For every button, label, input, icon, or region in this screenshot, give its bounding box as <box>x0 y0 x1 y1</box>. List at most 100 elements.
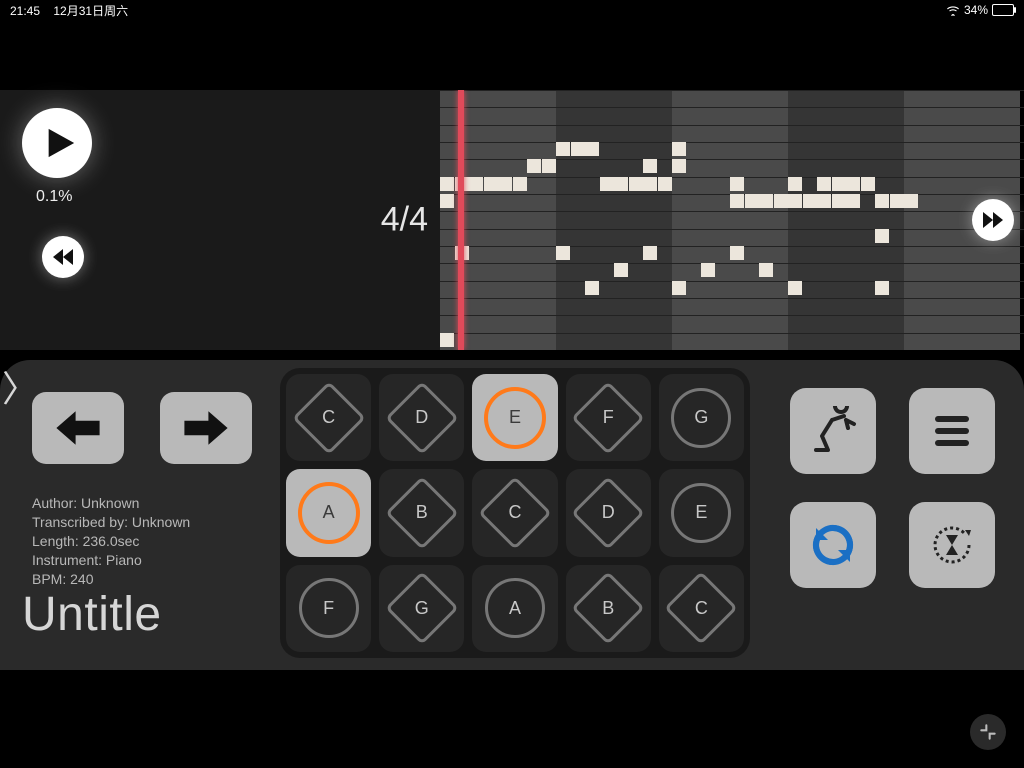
note[interactable] <box>498 177 512 191</box>
note[interactable] <box>875 281 889 295</box>
progress-percent: 0.1% <box>36 188 72 206</box>
note[interactable] <box>672 159 686 173</box>
fast-forward-icon <box>981 208 1005 232</box>
timer-button[interactable] <box>909 502 995 588</box>
note-key-label: D <box>415 407 428 428</box>
note[interactable] <box>614 263 628 277</box>
note[interactable] <box>788 281 802 295</box>
note-key-label: A <box>323 502 335 523</box>
note[interactable] <box>861 177 875 191</box>
note[interactable] <box>440 194 454 208</box>
note[interactable] <box>730 194 744 208</box>
note[interactable] <box>759 194 773 208</box>
note[interactable] <box>803 194 817 208</box>
note[interactable] <box>672 281 686 295</box>
rewind-icon <box>51 245 75 269</box>
note[interactable] <box>875 229 889 243</box>
note[interactable] <box>904 194 918 208</box>
key-grid: CDEFGABCDEFGABC <box>280 368 750 658</box>
note[interactable] <box>730 177 744 191</box>
arrow-right-icon <box>182 408 230 448</box>
note-key-label: D <box>602 502 615 523</box>
note[interactable] <box>643 246 657 260</box>
note-key-g[interactable]: G <box>659 374 744 461</box>
note[interactable] <box>672 142 686 156</box>
note[interactable] <box>658 177 672 191</box>
note[interactable] <box>643 177 657 191</box>
play-button[interactable] <box>22 108 92 178</box>
note-key-a[interactable]: A <box>472 565 557 652</box>
status-right: 34% <box>946 3 1014 17</box>
note-key-label: B <box>602 598 614 619</box>
note-key-f[interactable]: F <box>566 374 651 461</box>
note-key-e[interactable]: E <box>659 469 744 556</box>
note[interactable] <box>571 142 585 156</box>
note[interactable] <box>759 263 773 277</box>
note[interactable] <box>556 142 570 156</box>
note-grid[interactable] <box>440 90 1024 350</box>
note[interactable] <box>542 159 556 173</box>
note[interactable] <box>629 177 643 191</box>
player-panel: 0.1% 4/4 <box>0 90 440 350</box>
note[interactable] <box>513 177 527 191</box>
note-key-d[interactable]: D <box>566 469 651 556</box>
note[interactable] <box>469 177 483 191</box>
note-key-e[interactable]: E <box>472 374 557 461</box>
note[interactable] <box>484 177 498 191</box>
note-key-c[interactable]: C <box>659 565 744 652</box>
fast-forward-button[interactable] <box>972 199 1014 241</box>
note[interactable] <box>614 177 628 191</box>
note[interactable] <box>875 194 889 208</box>
note[interactable] <box>600 177 614 191</box>
note[interactable] <box>774 194 788 208</box>
note[interactable] <box>745 194 759 208</box>
note[interactable] <box>730 246 744 260</box>
note[interactable] <box>701 263 715 277</box>
loop-button[interactable] <box>790 502 876 588</box>
note-key-c[interactable]: C <box>286 374 371 461</box>
note[interactable] <box>832 177 846 191</box>
note[interactable] <box>556 246 570 260</box>
status-bar: 21:45 12月31日周六 34% <box>0 0 1024 20</box>
note-key-b[interactable]: B <box>566 565 651 652</box>
next-song-button[interactable] <box>160 392 252 464</box>
rewind-button[interactable] <box>42 236 84 278</box>
note[interactable] <box>440 333 454 347</box>
minimize-icon <box>978 722 998 742</box>
note-key-d[interactable]: D <box>379 374 464 461</box>
autoplay-robot-button[interactable] <box>790 388 876 474</box>
note-key-label: E <box>509 407 521 428</box>
minimize-button[interactable] <box>970 714 1006 750</box>
note[interactable] <box>585 142 599 156</box>
hourglass-timer-icon <box>927 520 977 570</box>
note[interactable] <box>817 194 831 208</box>
note[interactable] <box>832 194 846 208</box>
note-key-g[interactable]: G <box>379 565 464 652</box>
note-key-label: C <box>322 407 335 428</box>
note-key-b[interactable]: B <box>379 469 464 556</box>
meta-instrument: Instrument: Piano <box>32 551 190 570</box>
battery-percent: 34% <box>964 3 988 17</box>
prev-song-button[interactable] <box>32 392 124 464</box>
menu-button[interactable] <box>909 388 995 474</box>
note[interactable] <box>440 177 454 191</box>
note[interactable] <box>788 177 802 191</box>
note-key-f[interactable]: F <box>286 565 371 652</box>
meta-author: Author: Unknown <box>32 494 190 513</box>
status-left: 21:45 12月31日周六 <box>10 2 128 19</box>
note-key-a[interactable]: A <box>286 469 371 556</box>
playhead[interactable] <box>458 90 464 350</box>
meta-transcribed: Transcribed by: Unknown <box>32 513 190 532</box>
note[interactable] <box>643 159 657 173</box>
note-key-c[interactable]: C <box>472 469 557 556</box>
note-key-label: A <box>509 598 521 619</box>
wifi-icon <box>946 5 960 15</box>
note[interactable] <box>585 281 599 295</box>
note[interactable] <box>846 177 860 191</box>
song-title: Untitle <box>22 587 162 642</box>
note[interactable] <box>527 159 541 173</box>
note[interactable] <box>890 194 904 208</box>
note[interactable] <box>788 194 802 208</box>
note[interactable] <box>817 177 831 191</box>
note[interactable] <box>846 194 860 208</box>
